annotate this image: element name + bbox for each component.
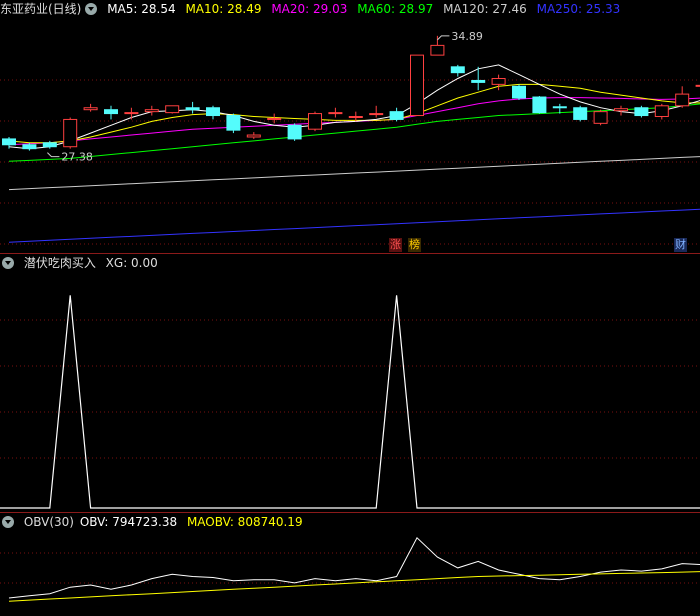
candle (124, 107, 139, 120)
candle (226, 113, 241, 134)
candle-body (2, 138, 16, 146)
candle-body (226, 115, 241, 131)
bang-badge[interactable]: 榜 (408, 238, 421, 252)
candle-body (328, 112, 343, 115)
candle (246, 132, 261, 139)
candle (83, 103, 98, 112)
candle-body (450, 66, 465, 74)
candle-body (42, 142, 57, 148)
zhang-badge[interactable]: 涨 (389, 238, 402, 252)
candle-body (552, 106, 567, 109)
candle (654, 103, 669, 120)
candle-body (124, 112, 139, 115)
price-panel[interactable]: 东亚药业(日线) MA5: 28.54 MA10: 28.49 MA20: 29… (0, 0, 700, 252)
candle (573, 105, 588, 122)
low-pointer (47, 152, 60, 158)
candle (104, 105, 118, 120)
indicator-chart[interactable] (0, 254, 700, 512)
xg-line (0, 295, 700, 509)
candle-body (614, 108, 628, 112)
candle-body (83, 107, 98, 111)
candle (532, 96, 547, 114)
candle-body (144, 109, 159, 113)
maobv-line (8, 571, 700, 602)
candle (410, 54, 424, 117)
candle-body (593, 111, 608, 124)
candle-body (471, 79, 486, 83)
candle-body (246, 134, 261, 138)
candle (369, 105, 384, 118)
candle (267, 113, 282, 124)
candle-body (22, 144, 37, 150)
candle-body (63, 118, 78, 148)
candle-body (389, 111, 404, 120)
candle (593, 109, 608, 126)
candlestick-chart[interactable]: 34.89 27.38 (0, 0, 700, 252)
candle (512, 84, 526, 100)
candle-body (185, 107, 200, 111)
candle (185, 101, 200, 114)
low-price-label: 27.38 (61, 151, 93, 164)
candle (695, 84, 700, 87)
obv-panel[interactable]: OBV(30) OBV: 794723.38 MAOBV: 808740.19 (0, 513, 700, 616)
candle-body (430, 44, 445, 56)
high-pointer (437, 35, 450, 41)
candle (206, 105, 220, 120)
high-price-label: 34.89 (451, 30, 483, 43)
obv-chart[interactable] (0, 513, 700, 616)
candle-body (410, 54, 424, 117)
candle (614, 105, 628, 116)
candle-body (104, 109, 118, 115)
indicator-panel[interactable]: 潜伏吃肉买入 XG: 0.00 (0, 254, 700, 512)
candle-body (348, 116, 363, 119)
candle-body (369, 113, 384, 116)
candle-body (267, 117, 282, 120)
candle (634, 105, 649, 118)
candle-body (206, 107, 220, 117)
candle-body (165, 105, 180, 114)
candle (63, 117, 78, 149)
cai-badge[interactable]: 财 (674, 238, 687, 252)
candle (165, 105, 180, 114)
candle-body (573, 107, 588, 120)
candle (430, 35, 445, 56)
candle (308, 111, 322, 132)
obv-line (8, 536, 700, 599)
candle-body (675, 93, 690, 107)
candle-body (287, 124, 302, 140)
candle (144, 105, 159, 116)
candle-body (491, 78, 506, 85)
candle (675, 86, 690, 108)
ma120-line (8, 156, 700, 191)
candle-body (634, 107, 649, 117)
ma5-line (8, 64, 700, 150)
candle-body (695, 84, 700, 87)
ma250-line (8, 208, 700, 243)
candle (328, 107, 343, 118)
candle (471, 66, 486, 91)
candle-body (512, 85, 526, 99)
candle (450, 64, 465, 77)
candle-body (654, 105, 669, 118)
candle (287, 123, 302, 141)
candle (389, 107, 404, 122)
candle-body (532, 96, 547, 114)
candle-body (308, 113, 322, 130)
